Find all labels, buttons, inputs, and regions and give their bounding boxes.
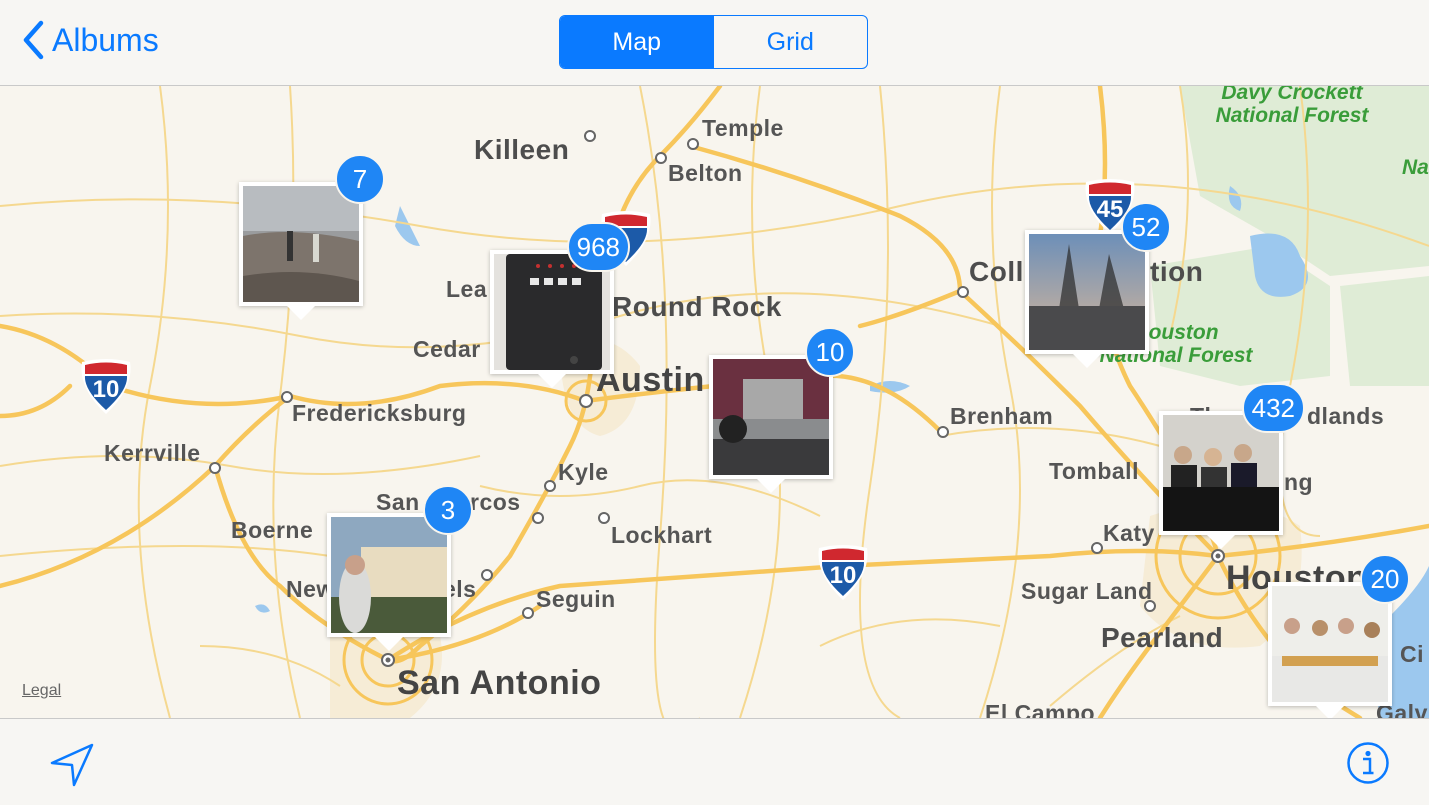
city-label-belton: Belton (668, 160, 743, 186)
back-label: Albums (52, 21, 159, 58)
city-label-san-marcos-b: rcos (470, 489, 521, 515)
city-label-pearland: Pearland (1101, 622, 1224, 653)
city-label-partial: Ci (1400, 641, 1424, 667)
photo-pin-432[interactable]: 432 (1159, 383, 1305, 549)
photo-pin-52[interactable]: 52 (1025, 202, 1171, 368)
photo-pin-968[interactable]: 968 (490, 222, 630, 388)
city-label-leander: Lea (446, 276, 488, 302)
city-label-boerne: Boerne (231, 517, 314, 543)
city-label-kerrville: Kerrville (104, 440, 201, 466)
photo-pin-3[interactable]: 3 (327, 485, 473, 651)
forest-label-davy-crockett: Davy Crockett National Forest (1215, 86, 1369, 127)
photo-rocks-thumbnail (243, 186, 359, 302)
city-label-woodlands-b: dlands (1307, 403, 1385, 429)
city-label-tomball: Tomball (1049, 458, 1139, 484)
photo-count-badge: 3 (423, 485, 473, 535)
photo-pin-10[interactable]: 10 (709, 327, 855, 493)
photo-truck-thumbnail (713, 359, 829, 475)
city-label-brenham: Brenham (950, 403, 1054, 429)
photo-count-badge: 52 (1121, 202, 1171, 252)
photo-alamo-thumbnail (331, 517, 447, 633)
segment-map[interactable]: Map (560, 16, 714, 68)
navigation-bar: Albums Map Grid (0, 0, 1429, 86)
photo-pin-7[interactable]: 7 (239, 154, 385, 320)
city-label-sugar-land: Sugar Land (1021, 578, 1153, 604)
city-label-katy: Katy (1103, 520, 1155, 546)
map-view[interactable]: 10 10 45 Killeen Temple Belton Round Roc… (0, 86, 1429, 718)
segment-grid[interactable]: Grid (714, 16, 868, 68)
legal-link[interactable]: Legal (22, 682, 61, 700)
city-label-college-station-a: Coll (969, 256, 1024, 287)
photo-group-thumbnail (1272, 586, 1388, 702)
photo-count-badge: 968 (566, 222, 630, 272)
interstate-10-mid-label: 10 (829, 562, 857, 589)
city-label-el-campo: El Campo (985, 700, 1096, 718)
info-icon[interactable] (1346, 741, 1390, 790)
city-label-spring: ng (1284, 469, 1314, 495)
city-label-kyle: Kyle (558, 459, 609, 485)
photo-count-badge: 7 (335, 154, 385, 204)
city-label-lockhart: Lockhart (611, 522, 713, 548)
photo-count-badge: 10 (805, 327, 855, 377)
city-label-cedar-park: Cedar (413, 336, 481, 362)
city-label-college-station-b: tion (1150, 256, 1204, 287)
city-label-seguin: Seguin (536, 586, 616, 612)
interstate-10-mid-shield: 10 (815, 544, 871, 602)
city-label-san-marcos-a: San (376, 489, 420, 515)
photo-count-badge: 432 (1241, 383, 1305, 433)
interstate-10-west-label: 10 (92, 376, 120, 403)
city-label-fredericksburg: Fredericksburg (292, 400, 467, 426)
city-label-temple: Temple (702, 115, 784, 141)
photo-count-badge: 20 (1360, 554, 1410, 604)
photo-trees-thumbnail (1029, 234, 1145, 350)
map-grid-segmented-control: Map Grid (559, 15, 868, 69)
back-button[interactable]: Albums (22, 20, 159, 60)
location-arrow-icon[interactable] (48, 741, 96, 794)
city-label-round-rock: Round Rock (612, 291, 782, 322)
photo-pin-20[interactable]: 20 (1268, 554, 1410, 718)
city-label-killeen: Killeen (474, 134, 570, 165)
chevron-left-icon (23, 20, 44, 60)
forest-label-angelina: Na (1402, 156, 1429, 179)
city-label-san-antonio: San Antonio (397, 664, 602, 702)
bottom-toolbar (0, 718, 1429, 805)
interstate-10-west-shield: 10 (78, 358, 134, 416)
